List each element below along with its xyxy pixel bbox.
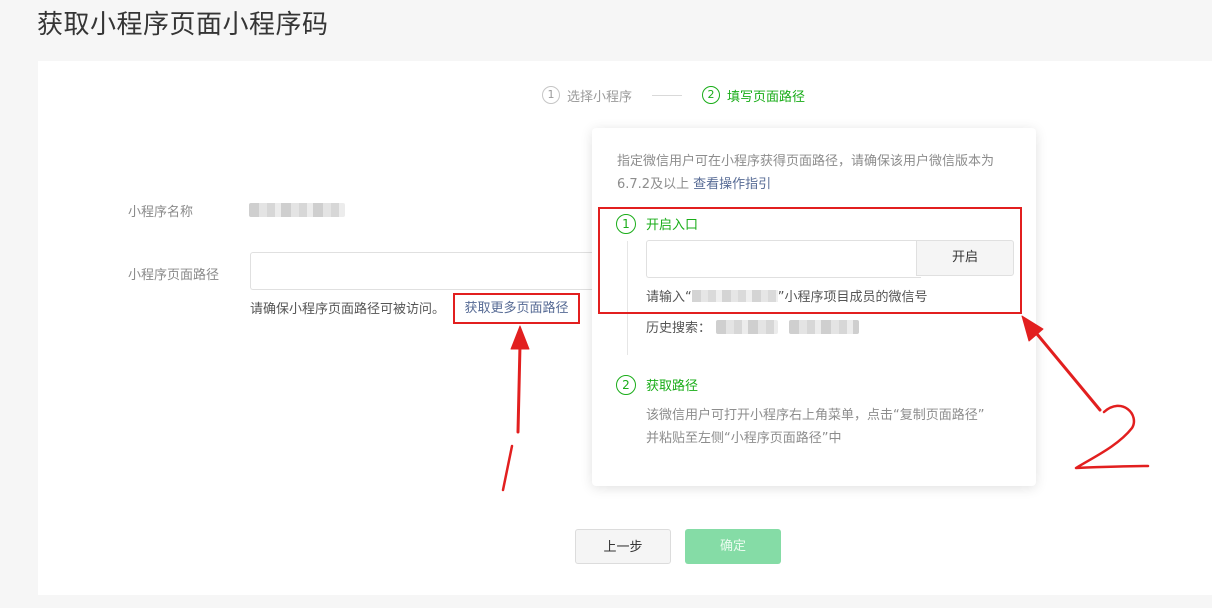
get-path-instruction-line2: 并粘贴至左侧“小程序页面路径”中: [646, 431, 842, 446]
path-hint: 请确保小程序页面路径可被访问。: [250, 302, 446, 317]
popover-step-number: 2: [616, 375, 636, 395]
page-path-label: 小程序页面路径: [128, 268, 220, 283]
confirm-button[interactable]: 确定: [685, 529, 781, 564]
history-item-redacted[interactable]: [789, 320, 859, 334]
step-label: 选择小程序: [567, 89, 633, 105]
miniprogram-name-label: 小程序名称: [128, 205, 194, 220]
get-path-title: 获取路径: [646, 379, 699, 394]
step-select-miniprogram: 1 选择小程序: [542, 86, 632, 105]
step-label: 填写页面路径: [727, 89, 806, 105]
get-more-paths-link[interactable]: 获取更多页面路径: [453, 293, 580, 324]
step-divider: [652, 94, 683, 96]
previous-step-button[interactable]: 上一步: [575, 529, 671, 564]
get-path-instruction-line1: 该微信用户可打开小程序右上角菜单，点击“复制页面路径”: [646, 408, 985, 423]
page-path-input[interactable]: [250, 252, 605, 290]
history-search-label: 历史搜索：: [646, 321, 712, 336]
page-title: 获取小程序页面小程序码: [37, 10, 329, 40]
step-number: 2: [702, 86, 721, 104]
step-fill-path: 2 填写页面路径: [702, 86, 805, 105]
annotation-highlight-box: [598, 207, 1022, 314]
step-indicator: 1 选择小程序 2 填写页面路径: [542, 84, 805, 106]
history-item-redacted[interactable]: [716, 320, 778, 334]
popover-description-text: 指定微信用户可在小程序获得页面路径，请确保该用户微信版本为6.7.2及以上: [617, 154, 995, 192]
view-guide-link[interactable]: 查看操作指引: [693, 177, 771, 192]
miniprogram-name-value-redacted: [249, 203, 345, 217]
step-number: 1: [542, 86, 560, 104]
popover-description: 指定微信用户可在小程序获得页面路径，请确保该用户微信版本为6.7.2及以上 查看操…: [617, 150, 1017, 196]
